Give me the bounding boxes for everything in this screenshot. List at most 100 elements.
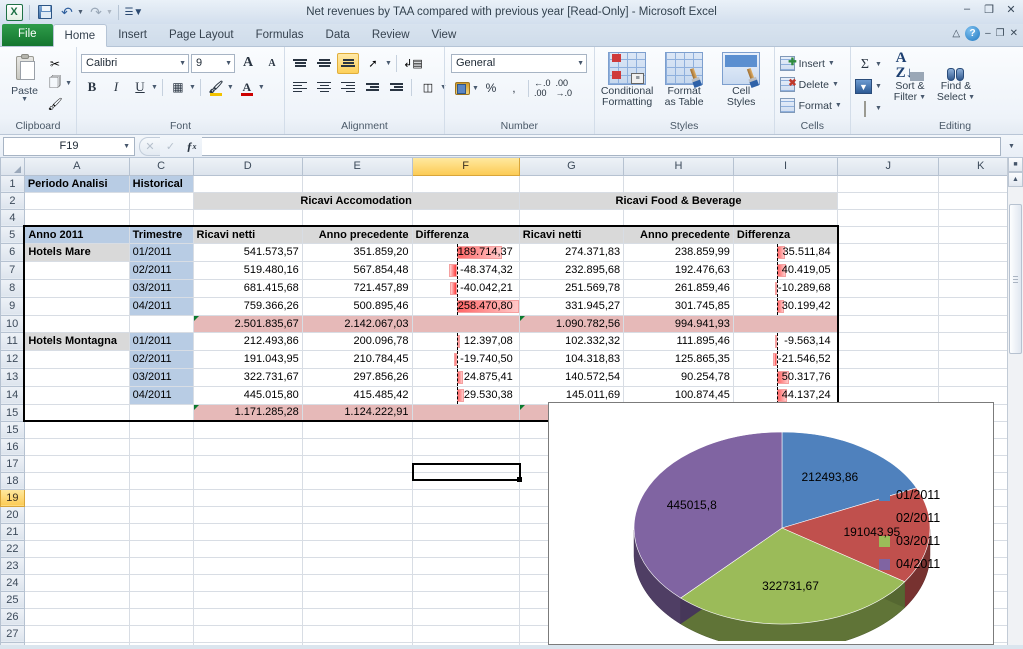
clear-button[interactable]: ▼ [855,98,882,119]
cell-C2[interactable] [129,192,194,210]
save-icon[interactable] [35,2,55,22]
empty-cell[interactable] [302,523,413,541]
cell-C10[interactable] [129,315,194,333]
increase-indent-icon[interactable] [385,77,407,98]
cell-C1[interactable]: Historical [129,175,194,193]
conditional-formatting-button[interactable]: ≡ Conditional Formatting [599,51,656,108]
cell-data-bar[interactable]: 258.470,80 [412,297,520,316]
delete-cells-button[interactable]: ✖ Delete ▼ [779,74,842,95]
cell-data-bar[interactable]: -9.563,14 [733,332,839,351]
cell-A6[interactable]: Hotels Mare [23,243,130,262]
empty-cell[interactable] [24,438,130,456]
cell-E14[interactable]: 415.485,42 [302,386,413,405]
cell-A10[interactable] [23,315,130,333]
cell-data-bar[interactable]: -40.042,21 [412,279,520,298]
empty-cell[interactable] [193,489,303,507]
cell-D15[interactable]: 1.171.285,28 [193,404,303,422]
cell-data-bar[interactable]: 50.317,76 [733,368,839,387]
cell-E4[interactable] [302,209,413,227]
cell-D10[interactable]: 2.501.835,67 [193,315,303,333]
tab-view[interactable]: View [421,24,468,46]
cell-data-bar[interactable]: 189.714,37 [412,243,520,262]
name-box[interactable]: F19 ▼ [3,136,135,156]
percent-style-icon[interactable]: % [480,78,502,99]
empty-cell[interactable] [129,557,194,575]
cell-A2[interactable] [24,192,130,210]
cell-D8[interactable]: 681.415,68 [193,279,303,298]
font-size-dropdown-icon[interactable]: ▼ [222,60,232,67]
cell-E5[interactable]: Anno precedente [302,225,413,244]
cell-G7[interactable]: 232.895,68 [519,261,625,280]
empty-cell[interactable] [193,421,303,439]
font-name-combo[interactable]: Calibri ▼ [81,53,189,73]
cell-J4[interactable] [837,209,940,227]
scrollbar-thumb[interactable] [1009,204,1022,354]
column-header-E[interactable]: E [301,158,413,176]
format-painter-button[interactable]: 🖌 [45,94,72,113]
minimize-window-icon[interactable]: – [959,3,975,16]
cell-G1[interactable] [519,175,625,193]
cell-C13[interactable]: 03/2011 [129,368,194,387]
autosum-dropdown-icon[interactable]: ▼ [875,61,882,68]
empty-cell[interactable] [24,574,130,592]
band-header-accomodation[interactable]: Ricavi Accomodation [193,192,520,210]
cell-G9[interactable]: 331.945,27 [519,297,625,316]
cut-button[interactable]: ✂ [45,54,72,73]
row-header-26[interactable]: 26 [0,607,25,626]
empty-cell[interactable] [24,472,130,490]
select-all-corner[interactable] [0,158,25,176]
cell-G13[interactable]: 140.572,54 [519,368,625,387]
cell-E7[interactable]: 567.854,48 [302,261,413,280]
empty-cell[interactable] [193,523,303,541]
font-name-dropdown-icon[interactable]: ▼ [176,60,186,67]
empty-cell[interactable] [193,574,303,592]
cell-F1[interactable] [412,175,520,193]
empty-cell[interactable] [24,540,130,558]
cell-data-bar[interactable]: 35.511,84 [733,243,839,262]
borders-icon[interactable]: ▦ [167,77,189,98]
empty-cell[interactable] [24,608,130,626]
tab-insert[interactable]: Insert [107,24,158,46]
cell-D14[interactable]: 445.015,80 [193,386,303,405]
cell-J2[interactable] [837,192,940,210]
empty-cell[interactable] [129,506,194,524]
row-header-12[interactable]: 12 [0,349,25,369]
minimize-ribbon-icon[interactable]: △ [952,28,960,39]
column-header-C[interactable]: C [128,158,194,176]
empty-cell[interactable] [129,438,194,456]
middle-align-icon[interactable] [313,53,335,74]
cell-C4[interactable] [129,209,194,227]
cell-E11[interactable]: 200.096,78 [302,332,413,351]
row-header-27[interactable]: 27 [0,624,25,643]
empty-cell[interactable] [302,625,413,643]
fill-color-icon[interactable]: 🖌 [205,77,227,98]
borders-dropdown-icon[interactable]: ▼ [189,84,196,91]
cell-J8[interactable] [837,279,940,298]
empty-cell[interactable] [129,608,194,626]
cell-data-bar[interactable]: -21.546,52 [733,350,839,369]
cell-H13[interactable]: 90.254,78 [623,368,734,387]
row-header-15[interactable]: 15 [0,420,25,439]
cell-E9[interactable]: 500.895,46 [302,297,413,316]
bold-button[interactable]: B [81,77,103,98]
paste-button[interactable]: Paste ▼ [4,52,45,103]
empty-cell[interactable] [193,591,303,609]
row-header-16[interactable]: 16 [0,437,25,456]
align-right-icon[interactable] [337,77,359,98]
cell-C8[interactable]: 03/2011 [129,279,194,298]
legend-item[interactable]: 01/2011 [879,488,940,502]
cell-D12[interactable]: 191.043,95 [193,350,303,369]
decrease-indent-icon[interactable] [361,77,383,98]
empty-cell[interactable] [24,642,130,645]
column-header-A[interactable]: A [23,158,130,176]
cell-J11[interactable] [837,332,940,351]
empty-cell[interactable] [412,574,520,592]
italic-button[interactable]: I [105,77,127,98]
empty-cell[interactable] [24,489,130,507]
cell-D6[interactable]: 541.573,57 [193,243,303,262]
empty-cell[interactable] [412,625,520,643]
row-header-11[interactable]: 11 [0,331,25,351]
cell-data-bar[interactable]: 30.199,42 [733,297,839,316]
underline-dropdown-icon[interactable]: ▼ [151,84,158,91]
empty-cell[interactable] [129,540,194,558]
